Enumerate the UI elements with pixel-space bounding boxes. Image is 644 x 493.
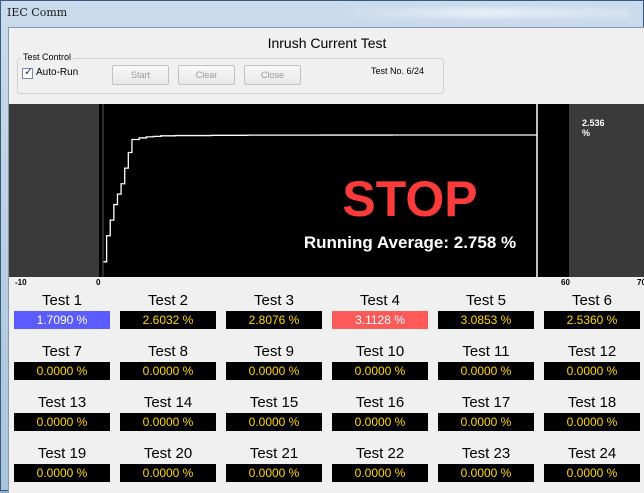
test-value: 0.0000 % xyxy=(14,464,110,482)
test-name: Test 1 xyxy=(41,292,83,309)
client-area: Inrush Current Test Test Control ✓ Auto-… xyxy=(8,27,644,493)
test-value: 2.6032 % xyxy=(120,311,216,329)
test-value: 0.0000 % xyxy=(332,464,428,482)
test-name: Test 15 xyxy=(249,394,299,411)
test-value: 3.1128 % xyxy=(332,311,428,329)
plot-area: 2.536 % STOP Running Average: 2.758 % xyxy=(99,104,605,277)
test-cell: Test 7 0.0000 % xyxy=(9,341,115,380)
test-value: 0.0000 % xyxy=(226,413,322,431)
test-cell: Test 21 0.0000 % xyxy=(221,443,327,482)
test-cell: Test 20 0.0000 % xyxy=(115,443,221,482)
test-name: Test 21 xyxy=(249,445,299,462)
test-name: Test 14 xyxy=(143,394,193,411)
auto-run-label[interactable]: Auto-Run xyxy=(36,67,78,78)
clear-button[interactable]: Clear xyxy=(178,65,235,85)
window-title: IEC Comm xyxy=(7,6,68,19)
test-name: Test 20 xyxy=(143,445,193,462)
test-name: Test 16 xyxy=(355,394,405,411)
chart-area: 2.536 % STOP Running Average: 2.758 % xyxy=(9,104,644,277)
test-value: 2.5360 % xyxy=(544,311,640,329)
test-cell: Test 6 2.5360 % xyxy=(539,290,644,329)
start-button[interactable]: Start xyxy=(112,65,169,85)
test-name: Test 18 xyxy=(567,394,617,411)
test-name: Test 8 xyxy=(147,343,189,360)
test-name: Test 4 xyxy=(359,292,401,309)
close-button[interactable]: Close xyxy=(244,65,301,85)
test-cell: Test 13 0.0000 % xyxy=(9,392,115,431)
test-cell: Test 3 2.8076 % xyxy=(221,290,327,329)
test-value: 0.0000 % xyxy=(14,362,110,380)
form-title: Inrush Current Test xyxy=(267,35,387,51)
test-results-grid: Test 1 1.7090 % Test 2 2.6032 % Test 3 2.8076… xyxy=(9,290,644,493)
test-value: 0.0000 % xyxy=(120,362,216,380)
test-cell: Test 17 0.0000 % xyxy=(433,392,539,431)
test-value: 0.0000 % xyxy=(226,362,322,380)
test-value: 0.0000 % xyxy=(438,464,534,482)
test-cell: Test 16 0.0000 % xyxy=(327,392,433,431)
test-value: 0.0000 % xyxy=(14,413,110,431)
test-cell: Test 15 0.0000 % xyxy=(221,392,327,431)
plot-right-band xyxy=(541,104,569,277)
test-name: Test 5 xyxy=(465,292,507,309)
auto-run-checkbox[interactable]: ✓ xyxy=(22,66,34,79)
test-value: 0.0000 % xyxy=(332,362,428,380)
test-value: 0.0000 % xyxy=(120,413,216,431)
test-cell: Test 11 0.0000 % xyxy=(433,341,539,380)
test-name: Test 12 xyxy=(567,343,617,360)
title-bar[interactable]: IEC Comm xyxy=(1,1,643,25)
test-cell: Test 5 3.0853 % xyxy=(433,290,539,329)
test-name: Test 22 xyxy=(355,445,405,462)
marker-value-label: 2.536 % xyxy=(582,118,605,138)
test-name: Test 11 xyxy=(462,343,510,360)
test-cell: Test 10 0.0000 % xyxy=(327,341,433,380)
check-icon: ✓ xyxy=(24,66,34,78)
test-cell: Test 4 3.1128 % xyxy=(327,290,433,329)
test-value: 0.0000 % xyxy=(544,464,640,482)
test-cell: Test 23 0.0000 % xyxy=(433,443,539,482)
test-name: Test 6 xyxy=(571,292,613,309)
test-cell: Test 24 0.0000 % xyxy=(539,443,644,482)
test-name: Test 10 xyxy=(355,343,405,360)
test-value: 0.0000 % xyxy=(438,362,534,380)
test-value: 0.0000 % xyxy=(544,362,640,380)
test-cell: Test 2 2.6032 % xyxy=(115,290,221,329)
test-name: Test 24 xyxy=(567,445,617,462)
test-cell: Test 1 1.7090 % xyxy=(9,290,115,329)
test-cell: Test 14 0.0000 % xyxy=(115,392,221,431)
test-value: 0.0000 % xyxy=(120,464,216,482)
test-name: Test 17 xyxy=(461,394,511,411)
test-value: 0.0000 % xyxy=(544,413,640,431)
x-tick-label: -10 xyxy=(15,278,27,287)
test-name: Test 13 xyxy=(37,394,87,411)
test-cell: Test 12 0.0000 % xyxy=(539,341,644,380)
x-tick-label: 70 xyxy=(637,278,644,287)
title-bar-blur xyxy=(331,8,631,18)
x-tick-label: 0 xyxy=(96,278,101,287)
test-value: 2.8076 % xyxy=(226,311,322,329)
test-value: 0.0000 % xyxy=(438,413,534,431)
x-tick-label: 60 xyxy=(561,278,570,287)
test-cell: Test 22 0.0000 % xyxy=(327,443,433,482)
test-name: Test 9 xyxy=(253,343,295,360)
test-control-label: Test Control xyxy=(21,52,74,62)
test-name: Test 7 xyxy=(41,343,83,360)
test-number: Test No. 6/24 xyxy=(371,66,425,76)
test-name: Test 3 xyxy=(253,292,295,309)
test-value: 0.0000 % xyxy=(332,413,428,431)
test-name: Test 23 xyxy=(461,445,511,462)
test-value: 1.7090 % xyxy=(14,311,110,329)
test-name: Test 19 xyxy=(37,445,87,462)
test-cell: Test 18 0.0000 % xyxy=(539,392,644,431)
test-value: 0.0000 % xyxy=(226,464,322,482)
test-name: Test 2 xyxy=(147,292,189,309)
test-cell: Test 8 0.0000 % xyxy=(115,341,221,380)
test-cell: Test 19 0.0000 % xyxy=(9,443,115,482)
test-value: 3.0853 % xyxy=(438,311,534,329)
x-axis: -10 0 60 70 xyxy=(9,277,644,290)
test-cell: Test 9 0.0000 % xyxy=(221,341,327,380)
app-window: IEC Comm Inrush Current Test Test Contro… xyxy=(0,0,644,493)
